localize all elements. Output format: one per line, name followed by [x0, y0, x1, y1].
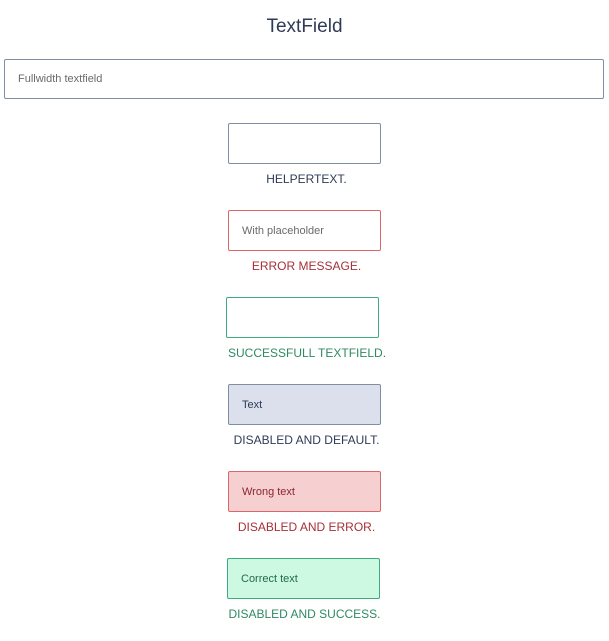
- error-message: ERROR MESSAGE.: [251, 259, 362, 273]
- success-message: SUCCESSFULL TEXTFIELD.: [228, 346, 387, 360]
- disabled-error-textfield: [228, 471, 381, 512]
- disabled-default-textfield: [228, 384, 381, 425]
- disabled-default-helper: DISABLED AND DEFAULT.: [233, 433, 380, 447]
- helper-textfield[interactable]: [228, 123, 381, 164]
- disabled-success-helper: DISABLED AND SUCCESS.: [228, 607, 381, 621]
- success-textfield[interactable]: [226, 297, 379, 338]
- disabled-error-helper: DISABLED AND ERROR.: [237, 520, 376, 534]
- disabled-success-textfield: [227, 558, 380, 599]
- page-title: TextField: [266, 16, 343, 37]
- error-textfield[interactable]: [228, 210, 381, 251]
- fullwidth-textfield[interactable]: [4, 59, 604, 99]
- helper-text: HELPERTEXT.: [266, 172, 347, 186]
